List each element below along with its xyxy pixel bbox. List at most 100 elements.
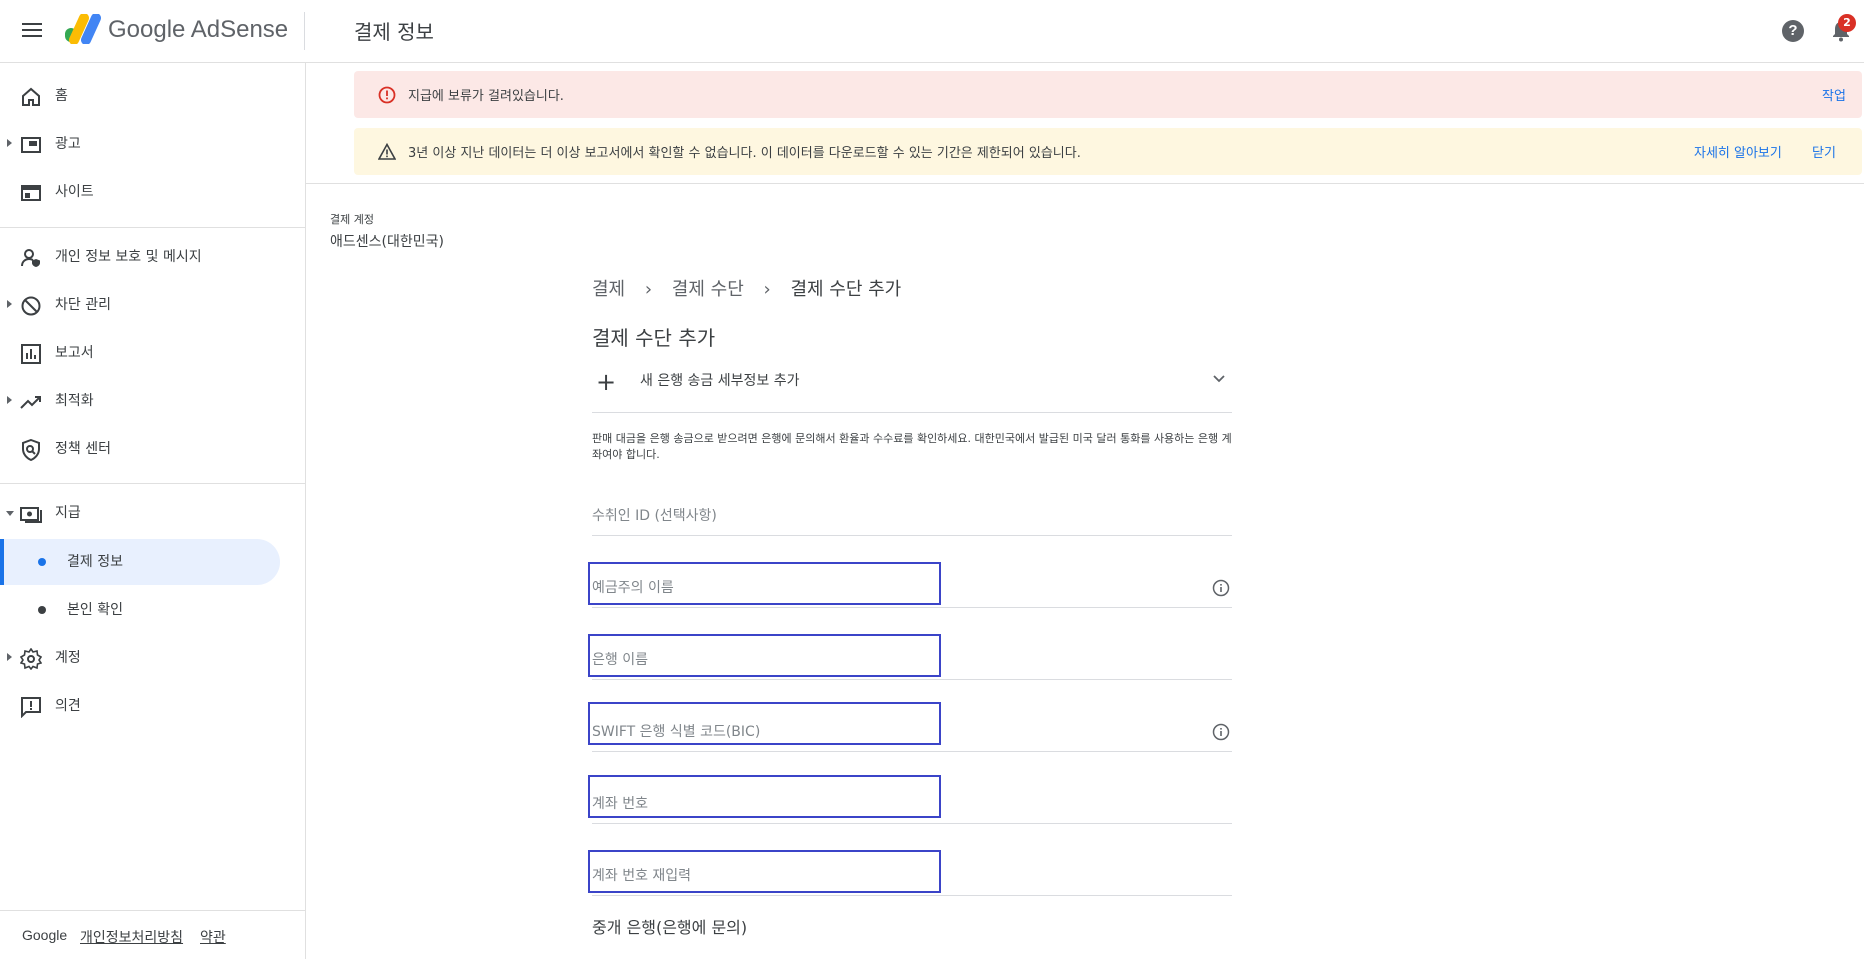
adsense-logo-icon xyxy=(65,14,101,44)
alert-text: 지급에 보류가 걸려있습니다. xyxy=(408,89,564,104)
top-divider xyxy=(304,12,305,50)
terms-link[interactable]: 약관 xyxy=(200,927,226,947)
sidebar-subitem-label: 본인 확인 xyxy=(67,602,123,618)
sidebar-item-label: 차단 관리 xyxy=(55,297,111,313)
sidebar-item-label: 사이트 xyxy=(55,184,94,200)
sidebar-divider xyxy=(0,227,305,228)
trending-up-icon xyxy=(20,396,41,409)
sidebar-item-optimization[interactable]: 최적화 xyxy=(0,378,305,424)
help-icon[interactable]: ? xyxy=(1782,20,1804,42)
alert-text: 3년 이상 지난 데이터는 더 이상 보고서에서 확인할 수 없습니다. 이 데… xyxy=(408,146,1081,161)
swift-code-input[interactable]: SWIFT 은행 식별 코드(BIC) xyxy=(592,707,1232,752)
expander-label: 새 은행 송금 세부정보 추가 xyxy=(640,373,800,389)
bullet-icon xyxy=(38,558,46,566)
sidebar-item-home[interactable]: 홈 xyxy=(0,73,305,119)
account-holder-name-input[interactable]: 예금주의 이름 xyxy=(592,563,1232,608)
payee-id-input[interactable]: 수취인 ID (선택사항) xyxy=(592,491,1232,536)
sidebar-item-label: 개인 정보 보호 및 메시지 xyxy=(55,249,202,265)
payment-account-label: 결제 계정 xyxy=(330,213,374,226)
menu-icon-line xyxy=(22,35,42,37)
sidebar: 홈 광고 사이트 개인 정보 보호 및 메시지 차단 관리 보고서 최적화 정책… xyxy=(0,63,306,959)
sidebar-item-label: 최적화 xyxy=(55,393,94,409)
main-menu-button[interactable] xyxy=(20,19,44,43)
learn-more-link[interactable]: 자세히 알아보기 xyxy=(1694,142,1782,161)
plus-icon: + xyxy=(596,368,617,396)
breadcrumb-separator-icon: › xyxy=(763,279,771,300)
home-icon xyxy=(22,87,40,106)
policy-icon xyxy=(22,439,40,461)
breadcrumb: 결제 › 결제 수단 › 결제 수단 추가 xyxy=(592,275,915,301)
sidebar-item-label: 계정 xyxy=(55,650,81,666)
account-number-input[interactable]: 계좌 번호 xyxy=(592,779,1232,824)
expand-caret-icon xyxy=(7,396,12,404)
menu-icon-line xyxy=(22,23,42,25)
sidebar-footer: Google 개인정보처리방침 약관 xyxy=(0,910,305,960)
sidebar-item-policy-center[interactable]: 정책 센터 xyxy=(0,426,305,472)
sidebar-item-feedback[interactable]: 의견 xyxy=(0,683,305,729)
sidebar-item-payments[interactable]: 지급 xyxy=(0,490,305,536)
sidebar-item-reports[interactable]: 보고서 xyxy=(0,330,305,376)
input-placeholder: SWIFT 은행 식별 코드(BIC) xyxy=(592,724,761,740)
top-app-bar: Google AdSense 결제 정보 ? 2 xyxy=(0,0,1864,63)
sidebar-divider xyxy=(0,483,305,484)
input-placeholder: 예금주의 이름 xyxy=(592,580,674,596)
breadcrumb-item[interactable]: 결제 수단 xyxy=(672,279,744,300)
gear-icon xyxy=(20,648,42,670)
sidebar-item-label: 지급 xyxy=(55,505,81,521)
bank-transfer-description: 판매 대금을 은행 송금으로 받으려면 은행에 문의해서 환율과 수수료를 확인… xyxy=(592,432,1232,461)
payments-icon xyxy=(20,507,42,523)
intermediary-bank-section-title[interactable]: 중개 은행(은행에 문의) xyxy=(592,914,747,938)
form-title: 결제 수단 추가 xyxy=(592,326,716,350)
privacy-policy-link[interactable]: 개인정보처리방침 xyxy=(80,927,183,947)
close-alert-link[interactable]: 닫기 xyxy=(1812,142,1836,161)
content-divider xyxy=(306,183,1864,184)
breadcrumb-current: 결제 수단 추가 xyxy=(790,279,902,300)
account-number-confirm-input[interactable]: 계좌 번호 재입력 xyxy=(592,851,1232,896)
ads-icon xyxy=(21,137,41,153)
info-icon[interactable] xyxy=(1212,579,1230,597)
breadcrumb-item[interactable]: 결제 xyxy=(592,279,625,300)
sidebar-item-account[interactable]: 계정 xyxy=(0,635,305,681)
collapse-caret-icon xyxy=(6,511,14,516)
sidebar-subitem-payment-info[interactable]: 결제 정보 xyxy=(0,539,280,585)
block-icon xyxy=(21,296,41,316)
payment-account-name: 애드센스(대한민국) xyxy=(330,234,444,250)
reports-icon xyxy=(21,344,41,364)
sidebar-item-sites[interactable]: 사이트 xyxy=(0,169,305,215)
input-placeholder: 계좌 번호 재입력 xyxy=(592,868,692,884)
sidebar-subitem-label: 결제 정보 xyxy=(67,554,123,570)
google-footer-label: Google xyxy=(22,927,68,943)
add-bank-transfer-expander[interactable]: + 새 은행 송금 세부정보 추가 xyxy=(592,362,1232,413)
sidebar-item-privacy[interactable]: 개인 정보 보호 및 메시지 xyxy=(0,234,305,280)
sidebar-item-ads[interactable]: 광고 xyxy=(0,121,305,167)
alert-action-link[interactable]: 작업 xyxy=(1822,85,1846,104)
feedback-icon xyxy=(21,697,41,718)
sites-icon xyxy=(21,185,41,201)
expand-caret-icon xyxy=(7,653,12,661)
sidebar-item-label: 홈 xyxy=(55,88,68,104)
info-icon[interactable] xyxy=(1212,723,1230,741)
sidebar-item-label: 정책 센터 xyxy=(55,441,111,457)
sidebar-item-label: 의견 xyxy=(55,698,81,714)
input-placeholder: 계좌 번호 xyxy=(592,796,648,812)
sidebar-item-blocking[interactable]: 차단 관리 xyxy=(0,282,305,328)
sidebar-subitem-verification[interactable]: 본인 확인 xyxy=(0,587,280,633)
input-placeholder: 은행 이름 xyxy=(592,652,648,668)
chevron-down-icon xyxy=(1213,375,1225,383)
bank-name-input[interactable]: 은행 이름 xyxy=(592,635,1232,680)
sidebar-item-label: 광고 xyxy=(55,136,81,152)
breadcrumb-separator-icon: › xyxy=(644,279,653,300)
sidebar-item-label: 보고서 xyxy=(55,345,94,361)
brand-name: Google AdSense xyxy=(108,16,289,43)
payment-hold-alert: 지급에 보류가 걸려있습니다. 작업 xyxy=(354,71,1862,118)
notification-badge: 2 xyxy=(1838,14,1856,32)
menu-icon-line xyxy=(22,29,42,31)
warning-icon xyxy=(378,143,396,160)
input-placeholder: 수취인 ID (선택사항) xyxy=(592,508,717,524)
error-icon xyxy=(378,86,396,104)
bullet-icon xyxy=(38,606,46,614)
expand-caret-icon xyxy=(7,300,12,308)
page-title: 결제 정보 xyxy=(354,20,434,44)
expand-caret-icon xyxy=(7,139,12,147)
data-retention-alert: 3년 이상 지난 데이터는 더 이상 보고서에서 확인할 수 없습니다. 이 데… xyxy=(354,128,1862,175)
